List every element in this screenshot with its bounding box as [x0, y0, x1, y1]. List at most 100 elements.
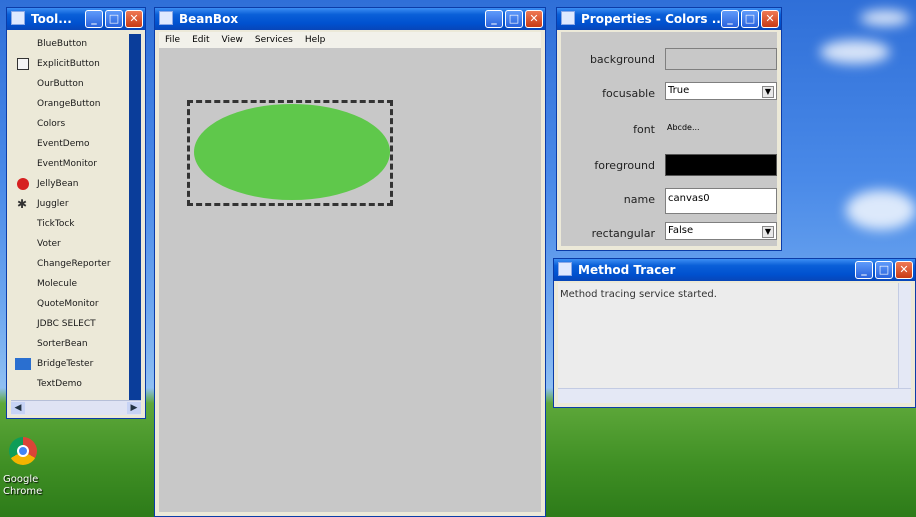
- tracer-output[interactable]: Method tracing service started.: [558, 283, 911, 403]
- tracer-titlebar[interactable]: Method Tracer _ □ ✕: [554, 259, 915, 281]
- toolbox-item[interactable]: Molecule: [11, 274, 139, 294]
- cloud: [846, 190, 916, 230]
- beanbox-canvas[interactable]: [159, 48, 541, 512]
- toolbox-horizontal-scrollbar[interactable]: ◀ ▶: [11, 400, 141, 415]
- java-app-icon: [558, 262, 572, 276]
- toolbox-vertical-scrollbar[interactable]: [129, 34, 141, 402]
- property-label: foreground: [594, 159, 655, 172]
- toolbox-item[interactable]: TextDemo: [11, 374, 139, 394]
- rectangular-select[interactable]: False ▼: [665, 222, 777, 240]
- name-input[interactable]: canvas0: [665, 188, 777, 214]
- menu-help[interactable]: Help: [305, 32, 326, 48]
- toolbox-item-label: JDBC SELECT: [37, 319, 96, 329]
- toolbox-item[interactable]: ✱ Juggler: [11, 194, 139, 214]
- font-editor[interactable]: Abcde...: [665, 118, 777, 140]
- toolbox-titlebar[interactable]: Tool... _ □ ✕: [7, 8, 145, 30]
- close-button[interactable]: ✕: [525, 10, 543, 28]
- toolbox-item[interactable]: OurButton: [11, 74, 139, 94]
- rectangular-value: False: [668, 225, 694, 236]
- toolbox-window: Tool... _ □ ✕ BlueButton ExplicitButton Ou…: [6, 7, 146, 419]
- desktop-shortcut-label[interactable]: Google: [3, 474, 38, 485]
- tracer-message: Method tracing service started.: [560, 289, 717, 300]
- property-label: background: [589, 53, 655, 66]
- toolbox-item[interactable]: Colors: [11, 114, 139, 134]
- minimize-button[interactable]: _: [85, 10, 103, 28]
- property-rectangular: rectangular False ▼: [561, 222, 777, 246]
- property-focusable: focusable True ▼: [561, 82, 777, 106]
- maximize-button[interactable]: □: [875, 261, 893, 279]
- desktop-shortcut-label[interactable]: Chrome: [3, 486, 42, 497]
- java-app-icon: [11, 11, 25, 25]
- toolbox-item[interactable]: ExplicitButton: [11, 54, 139, 74]
- tracer-title: Method Tracer: [578, 263, 676, 277]
- background-color-swatch[interactable]: [665, 48, 777, 70]
- maximize-button[interactable]: □: [505, 10, 523, 28]
- toolbox-item-label: OurButton: [37, 79, 84, 89]
- property-font: font Abcde...: [561, 118, 777, 142]
- minimize-button[interactable]: _: [721, 10, 739, 28]
- toolbox-item[interactable]: BridgeTester: [11, 354, 139, 374]
- toolbox-list: BlueButton ExplicitButton OurButton OrangeB…: [11, 34, 139, 402]
- beanbox-titlebar[interactable]: BeanBox _ □ ✕: [155, 8, 545, 30]
- toolbox-item[interactable]: OrangeButton: [11, 94, 139, 114]
- focusable-select[interactable]: True ▼: [665, 82, 777, 100]
- chevron-down-icon[interactable]: ▼: [762, 226, 774, 238]
- toolbox-item[interactable]: JellyBean: [11, 174, 139, 194]
- toolbox-title: Tool...: [31, 12, 72, 26]
- java-app-icon: [159, 11, 173, 25]
- close-button[interactable]: ✕: [125, 10, 143, 28]
- toolbox-item-label: SorterBean: [37, 339, 88, 349]
- toolbox-item[interactable]: JDBC SELECT: [11, 314, 139, 334]
- toolbox-item-label: Voter: [37, 239, 61, 249]
- tracer-horizontal-scrollbar[interactable]: [558, 388, 911, 403]
- font-value: Abcde...: [667, 123, 700, 132]
- toolbox-item[interactable]: TickTock: [11, 214, 139, 234]
- chevron-down-icon[interactable]: ▼: [762, 86, 774, 98]
- toolbox-item[interactable]: QuoteMonitor: [11, 294, 139, 314]
- toolbox-item[interactable]: EventDemo: [11, 134, 139, 154]
- toolbox-item[interactable]: Voter: [11, 234, 139, 254]
- focusable-value: True: [668, 85, 690, 96]
- toolbox-item-label: TickTock: [37, 219, 75, 229]
- toolbox-item-label: Juggler: [37, 199, 69, 209]
- minimize-button[interactable]: _: [485, 10, 503, 28]
- cloud: [820, 40, 890, 64]
- toolbox-item-label: EventMonitor: [37, 159, 97, 169]
- scroll-left-icon[interactable]: ◀: [11, 402, 25, 414]
- menu-edit[interactable]: Edit: [192, 32, 209, 48]
- toolbox-item-label: ChangeReporter: [37, 259, 111, 269]
- button-bean-icon: [17, 58, 29, 70]
- jellybean-icon: [17, 178, 29, 190]
- properties-window: Properties - Colors ... _ □ ✕ background…: [556, 7, 782, 251]
- name-value: canvas0: [668, 193, 710, 204]
- foreground-color-swatch[interactable]: [665, 154, 777, 176]
- beanbox-title: BeanBox: [179, 12, 239, 26]
- properties-titlebar[interactable]: Properties - Colors ... _ □ ✕: [557, 8, 781, 30]
- java-app-icon: [561, 11, 575, 25]
- toolbox-item[interactable]: ChangeReporter: [11, 254, 139, 274]
- toolbox-item-label: TextDemo: [37, 379, 82, 389]
- close-button[interactable]: ✕: [761, 10, 779, 28]
- property-label: font: [633, 123, 655, 136]
- toolbox-item[interactable]: SorterBean: [11, 334, 139, 354]
- toolbox-item-label: Colors: [37, 119, 66, 129]
- chrome-icon[interactable]: [9, 437, 37, 465]
- scroll-right-icon[interactable]: ▶: [127, 402, 141, 414]
- properties-body: background focusable True ▼ font Abcde..…: [561, 32, 777, 246]
- tracer-vertical-scrollbar[interactable]: [898, 283, 911, 389]
- menu-file[interactable]: File: [165, 32, 180, 48]
- juggler-icon: ✱: [17, 197, 28, 211]
- colors-bean-ellipse[interactable]: [194, 104, 390, 200]
- toolbox-item[interactable]: EventMonitor: [11, 154, 139, 174]
- beanbox-menubar: File Edit View Services Help: [159, 32, 541, 48]
- method-tracer-window: Method Tracer _ □ ✕ Method tracing servi…: [553, 258, 916, 408]
- menu-services[interactable]: Services: [255, 32, 293, 48]
- toolbox-item-label: QuoteMonitor: [37, 299, 99, 309]
- toolbox-item[interactable]: BlueButton: [11, 34, 139, 54]
- close-button[interactable]: ✕: [895, 261, 913, 279]
- maximize-button[interactable]: □: [105, 10, 123, 28]
- minimize-button[interactable]: _: [855, 261, 873, 279]
- menu-view[interactable]: View: [222, 32, 243, 48]
- beanbox-window: BeanBox _ □ ✕ File Edit View Services He…: [154, 7, 546, 517]
- maximize-button[interactable]: □: [741, 10, 759, 28]
